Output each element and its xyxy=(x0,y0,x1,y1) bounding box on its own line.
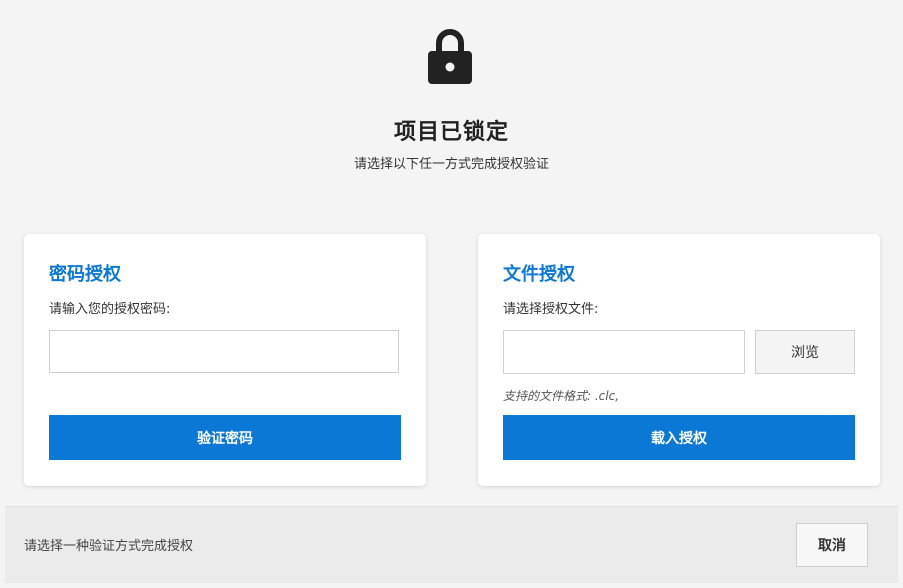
footer-bar: 请选择一种验证方式完成授权 取消 xyxy=(5,506,898,583)
browse-button[interactable]: 浏览 xyxy=(755,330,855,374)
password-card-title: 密码授权 xyxy=(49,264,121,285)
load-license-button[interactable]: 载入授权 xyxy=(503,415,855,460)
file-auth-card: 文件授权 请选择授权文件: 浏览 支持的文件格式: .clc, 载入授权 xyxy=(478,234,880,486)
password-auth-card: 密码授权 请输入您的授权密码: 验证密码 xyxy=(24,234,426,486)
file-path-input[interactable] xyxy=(503,330,745,374)
license-lock-screen: 项目已锁定 请选择以下任一方式完成授权验证 密码授权 请输入您的授权密码: 验证… xyxy=(0,0,903,588)
cancel-button[interactable]: 取消 xyxy=(796,523,868,567)
page-subtitle: 请选择以下任一方式完成授权验证 xyxy=(353,157,549,172)
file-field-label: 请选择授权文件: xyxy=(503,302,599,317)
password-input[interactable] xyxy=(49,330,399,373)
status-text: 请选择一种验证方式完成授权 xyxy=(24,539,194,554)
lock-icon xyxy=(428,29,472,84)
password-field-label: 请输入您的授权密码: xyxy=(49,302,171,317)
verify-password-button[interactable]: 验证密码 xyxy=(49,415,401,460)
file-card-title: 文件授权 xyxy=(503,264,575,285)
supported-formats-hint: 支持的文件格式: .clc, xyxy=(503,389,620,403)
page-title: 项目已锁定 xyxy=(393,120,509,145)
